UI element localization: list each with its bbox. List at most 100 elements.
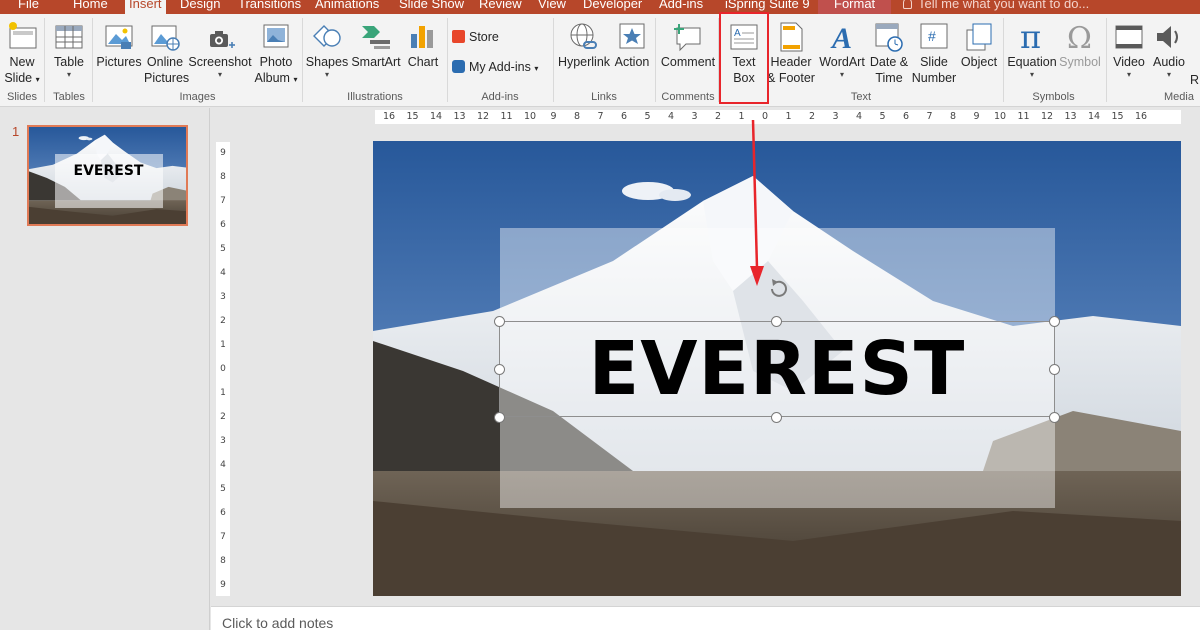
group-label-images: Images <box>179 91 216 103</box>
resize-handle-top-center[interactable] <box>771 316 782 327</box>
resize-handle-middle-left[interactable] <box>494 364 505 375</box>
speaker-icon <box>1153 20 1185 54</box>
resize-handle-bottom-center[interactable] <box>771 412 782 423</box>
wordart-button[interactable]: A WordArt ▾ <box>817 18 867 90</box>
tab-slide-show[interactable]: Slide Show <box>399 0 464 14</box>
tab-transitions[interactable]: Transitions <box>238 0 301 14</box>
audio-dropdown-arrow: ▾ <box>1166 70 1171 79</box>
group-separator <box>553 18 554 102</box>
screenshot-button[interactable]: Screenshot ▾ <box>188 18 252 90</box>
equation-button[interactable]: π Equation ▾ <box>1005 18 1059 90</box>
chart-button[interactable]: Chart <box>405 18 441 90</box>
video-button[interactable]: Video ▾ <box>1110 18 1148 90</box>
table-button[interactable]: Table ▾ <box>50 18 88 90</box>
ruler-tick-label: 6 <box>620 111 628 122</box>
notes-pane[interactable]: Click to add notes <box>211 606 1200 630</box>
date-time-label-1: Date & <box>869 55 909 69</box>
tell-me-search[interactable]: Tell me what you want to do... <box>903 0 1089 12</box>
slide-title-text[interactable]: EVEREST <box>499 321 1055 417</box>
hyperlink-button[interactable]: Hyperlink <box>556 18 612 90</box>
smartart-icon <box>360 20 392 54</box>
shapes-button[interactable]: Shapes ▾ <box>305 18 349 90</box>
ruler-tick-label: 10 <box>993 111 1007 122</box>
ruler-tick-label: 7 <box>220 532 226 542</box>
header-footer-icon <box>775 20 807 54</box>
ruler-tick-label: 5 <box>879 111 886 122</box>
resize-handle-bottom-right[interactable] <box>1049 412 1060 423</box>
tab-review[interactable]: Review <box>479 0 522 14</box>
object-button[interactable]: Object <box>958 18 1000 90</box>
date-time-button[interactable]: Date & Time <box>867 18 911 90</box>
chart-icon <box>407 20 439 54</box>
tab-insert[interactable]: Insert <box>125 0 166 14</box>
slide-thumbnail-panel: 1 EVEREST <box>0 108 210 630</box>
ruler-tick-label: 1 <box>785 111 792 122</box>
resize-handle-bottom-left[interactable] <box>494 412 505 423</box>
tab-file[interactable]: File <box>18 0 39 14</box>
vertical-ruler: 9 8 7 6 5 4 3 2 1 0 1 2 3 4 5 6 7 8 9 <box>216 142 230 596</box>
screen-recording-button-partial[interactable]: R <box>1190 71 1199 89</box>
photo-album-button[interactable]: Photo Album ▾ <box>253 18 299 90</box>
resize-handle-middle-right[interactable] <box>1049 364 1060 375</box>
thumbnail-title: EVEREST <box>73 163 144 179</box>
equation-label: Equation <box>1007 55 1057 69</box>
new-slide-label-1: New <box>9 55 35 69</box>
ruler-tick-label: 8 <box>220 172 226 182</box>
slide-number-button[interactable]: # Slide Number <box>911 18 957 90</box>
wordart-dropdown-arrow: ▾ <box>839 70 844 79</box>
powerpoint-window: File Home Insert Design Transitions Animation… <box>0 0 1200 630</box>
smartart-button[interactable]: SmartArt <box>350 18 402 90</box>
insert-ribbon: New Slide ▾ Slides Table ▾ Tables Pictur… <box>0 14 1200 107</box>
group-separator <box>447 18 448 102</box>
ruler-tick-label: 13 <box>1064 111 1077 122</box>
action-button[interactable]: Action <box>613 18 651 90</box>
pictures-button[interactable]: Pictures <box>96 18 142 90</box>
group-separator <box>92 18 93 102</box>
ruler-tick-label: 9 <box>973 111 980 122</box>
ruler-tick-label: 7 <box>597 111 604 122</box>
ruler-tick-label: 2 <box>714 111 722 122</box>
ruler-tick-label: 3 <box>691 111 698 122</box>
group-separator <box>302 18 303 102</box>
ruler-tick-label: 7 <box>926 111 933 122</box>
store-label: Store <box>469 30 499 44</box>
new-slide-icon <box>6 20 38 54</box>
comment-button[interactable]: Comment <box>658 18 718 90</box>
tab-developer[interactable]: Developer <box>583 0 642 14</box>
online-pictures-button[interactable]: Online Pictures <box>144 18 189 90</box>
video-dropdown-arrow: ▾ <box>1126 70 1131 79</box>
new-slide-dropdown-arrow: ▾ <box>35 75 40 84</box>
smartart-label: SmartArt <box>351 55 401 69</box>
resize-handle-top-right[interactable] <box>1049 316 1060 327</box>
store-button[interactable]: Store <box>452 28 499 46</box>
my-addins-button[interactable]: My Add-ins ▾ <box>452 58 538 78</box>
ruler-tick-label: 8 <box>949 111 957 122</box>
tab-format[interactable]: Format <box>818 0 892 14</box>
slide-thumbnail[interactable]: EVEREST <box>27 125 188 226</box>
ruler-tick-label: 1 <box>220 388 226 398</box>
symbol-button[interactable]: Ω Symbol <box>1058 18 1102 90</box>
table-icon <box>53 20 85 54</box>
ruler-tick-label: 15 <box>406 111 419 122</box>
comment-label: Comment <box>660 55 716 69</box>
ruler-tick-label: 4 <box>855 111 863 122</box>
new-slide-button[interactable]: New Slide ▾ <box>3 18 41 90</box>
object-label: Object <box>960 55 998 69</box>
ruler-tick-label: 4 <box>220 460 226 470</box>
tab-animations[interactable]: Animations <box>315 0 379 14</box>
table-dropdown-arrow: ▾ <box>66 70 71 79</box>
tab-home[interactable]: Home <box>73 0 108 14</box>
tab-add-ins[interactable]: Add-ins <box>659 0 703 14</box>
group-label-addins: Add-ins <box>481 91 519 103</box>
resize-handle-top-left[interactable] <box>494 316 505 327</box>
ruler-tick-label: 5 <box>220 244 226 254</box>
tell-me-text: Tell me what you want to do... <box>918 0 1090 11</box>
ruler-tick-label: 4 <box>667 111 675 122</box>
ruler-tick-label: 15 <box>1111 111 1124 122</box>
audio-button[interactable]: Audio ▾ <box>1150 18 1188 90</box>
tab-design[interactable]: Design <box>180 0 220 14</box>
notes-placeholder: Click to add notes <box>222 615 334 630</box>
svg-text:π: π <box>1020 20 1041 54</box>
tab-view[interactable]: View <box>538 0 566 14</box>
header-footer-button[interactable]: Header & Footer <box>766 18 816 90</box>
